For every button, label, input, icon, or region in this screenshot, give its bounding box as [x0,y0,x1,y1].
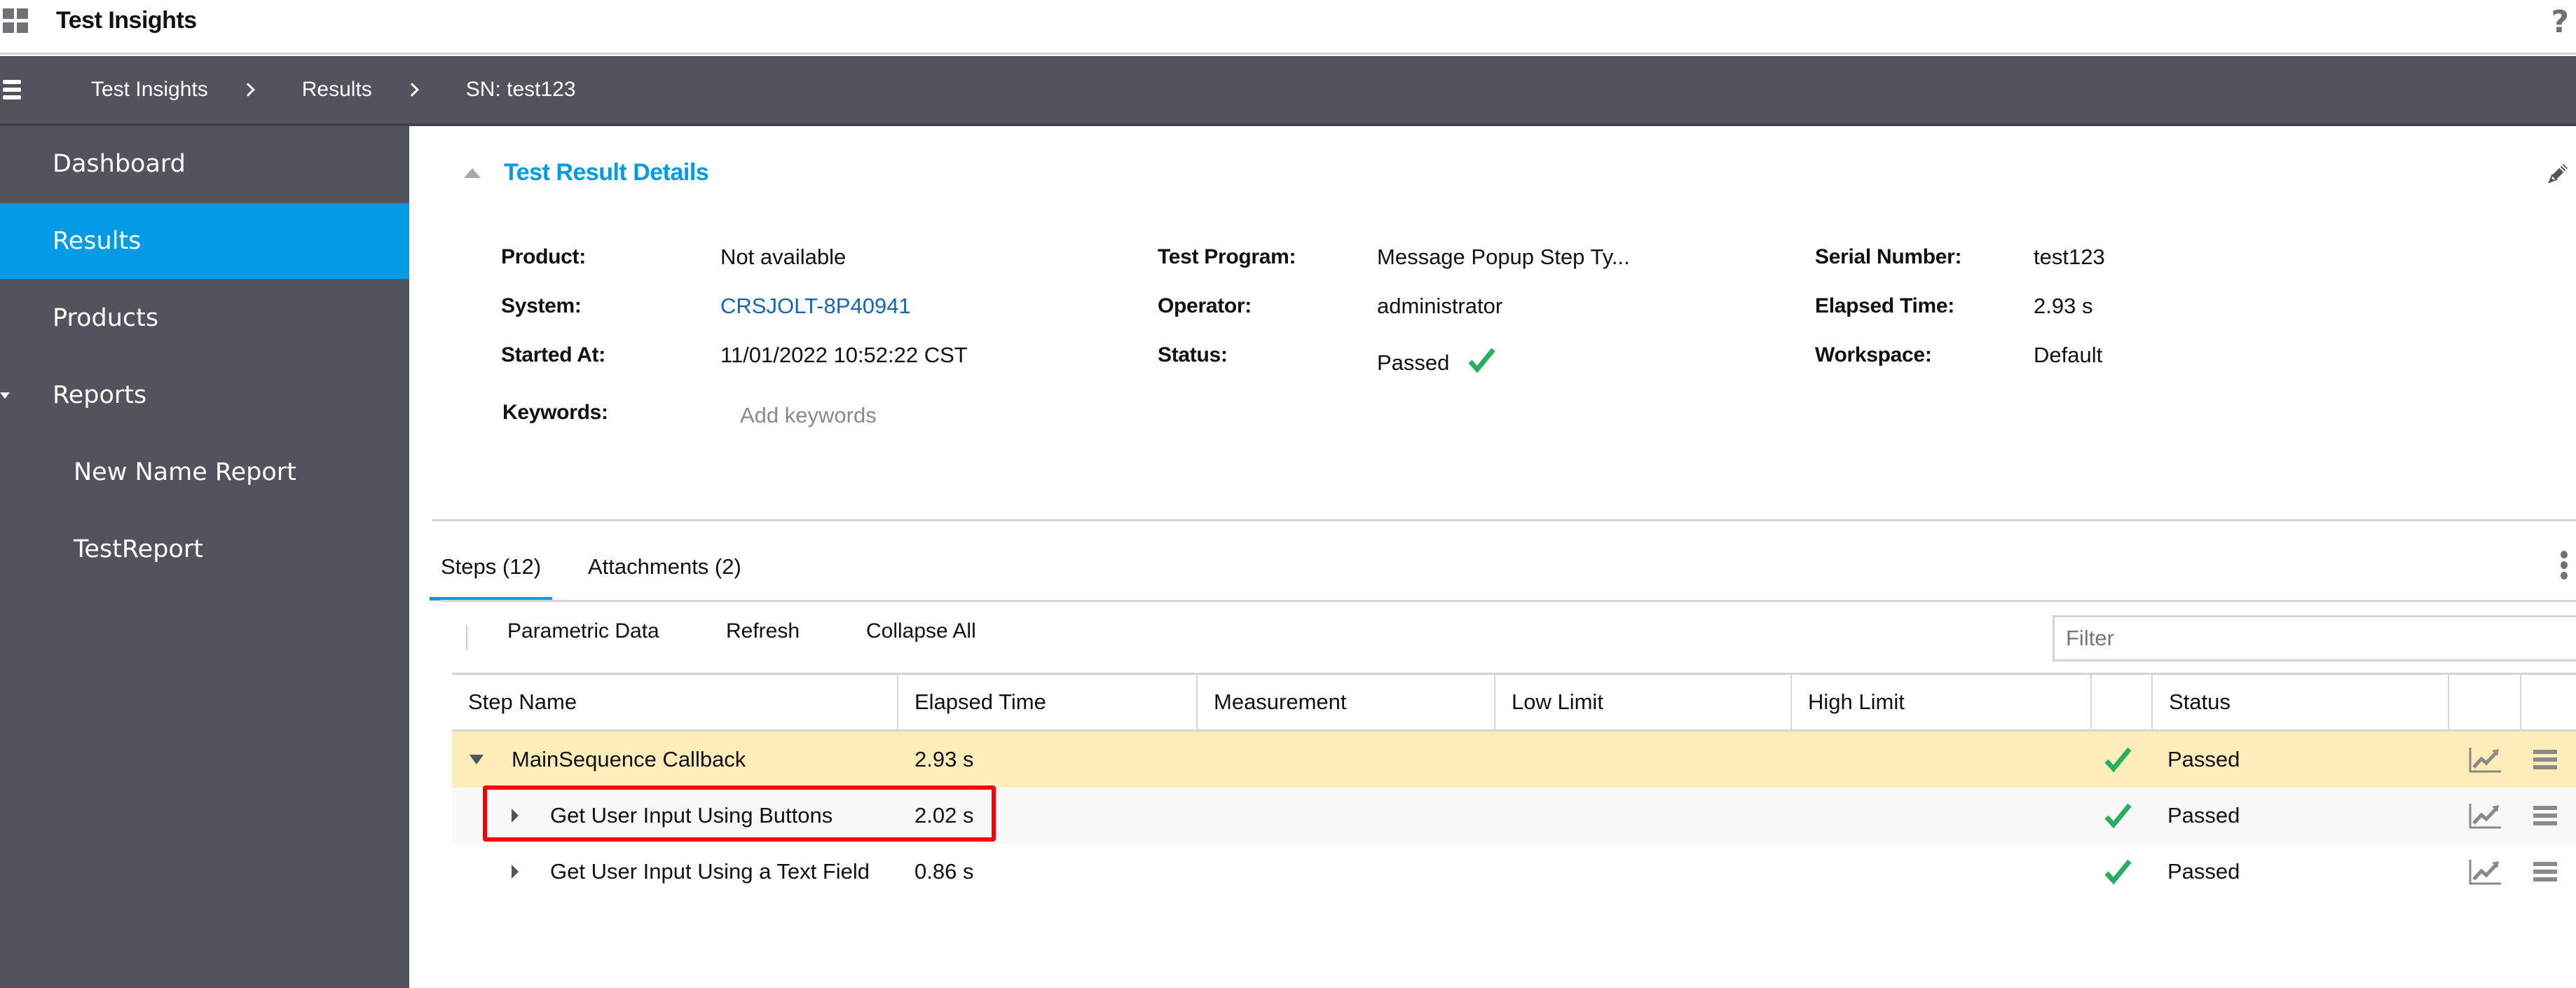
test-program-value: Message Popup Step Ty... [1377,245,1630,269]
toolbar-divider [466,625,467,650]
details-section-title[interactable]: Test Result Details [504,159,709,186]
check-icon [1468,348,1495,373]
elapsed-time-value: 2.93 s [2034,294,2093,318]
breadcrumb-bar: Test Insights Results SN: test123 [0,56,2576,126]
pencil-edit-icon[interactable] [2544,160,2572,188]
more-vertical-icon[interactable] [2561,551,2569,583]
workspace-label: Workspace: [1815,343,1932,366]
sidebar-item-label: Dashboard [53,150,186,178]
step-status: Passed [2167,859,2240,884]
caret-right-icon[interactable] [512,809,519,823]
collapse-all-button[interactable]: Collapse All [866,619,976,643]
column-header-chart[interactable] [2448,675,2520,729]
breadcrumb: Test Insights Results SN: test123 [91,56,576,123]
pass-check-icon [2104,844,2132,900]
chevron-right-icon [404,83,419,97]
column-header-measurement[interactable]: Measurement [1196,675,1494,729]
column-header-status[interactable]: Status [2151,675,2448,729]
tab-attachments[interactable]: Attachments (2) [588,533,741,601]
table-header: Step Name Elapsed Time Measurement Low L… [452,673,2576,732]
sidebar-item-testreport[interactable]: TestReport [0,512,409,587]
pass-check-icon [2104,732,2132,788]
column-header-elapsed-time[interactable]: Elapsed Time [897,675,1196,729]
breadcrumb-results[interactable]: Results [302,78,372,102]
table-row[interactable]: Get User Input Using Buttons 2.02 s Pass… [452,788,2576,844]
step-elapsed-time: 2.93 s [914,747,974,771]
elapsed-time-label: Elapsed Time: [1815,294,1954,317]
caret-down-icon[interactable] [0,392,10,399]
sidebar-item-results[interactable]: Results [0,203,409,279]
status-value-wrap: Passed [1377,348,1496,376]
trend-chart-icon[interactable] [2469,788,2502,844]
filter-input[interactable] [2053,615,2576,661]
sidebar-item-new-name-report[interactable]: New Name Report [0,434,409,510]
status-value: Passed [1377,350,1450,375]
breadcrumb-current-serial: SN: test123 [465,78,576,101]
column-header-step-name[interactable]: Step Name [452,675,897,729]
started-at-value: 11/01/2022 10:52:22 CST [720,343,968,367]
product-value: Not available [720,245,847,269]
step-name: Get User Input Using Buttons [550,803,833,828]
step-name: Get User Input Using a Text Field [550,859,870,884]
step-elapsed-time: 2.02 s [914,803,974,828]
chevron-right-icon [240,83,255,97]
row-menu-icon[interactable] [2532,844,2558,900]
section-divider [432,519,2576,521]
table-row[interactable]: MainSequence Callback 2.93 s Passed [452,732,2576,788]
apps-grid-icon[interactable] [3,8,29,34]
column-header-status-icon[interactable] [2090,675,2151,729]
started-at-label: Started At: [501,343,605,366]
step-status: Passed [2167,747,2240,771]
table-row[interactable]: Get User Input Using a Text Field 0.86 s… [452,844,2576,900]
sidebar-item-dashboard[interactable]: Dashboard [0,126,409,202]
serial-number-value: test123 [2034,245,2105,269]
refresh-button[interactable]: Refresh [726,619,800,643]
sidebar: Dashboard Results Products Reports New N… [0,126,409,988]
pass-check-icon [2104,788,2132,844]
operator-label: Operator: [1158,294,1252,317]
keywords-input[interactable] [740,398,1020,433]
system-link[interactable]: CRSJOLT-8P40941 [720,294,911,319]
step-status: Passed [2167,803,2240,828]
test-program-label: Test Program: [1158,245,1296,268]
tab-divider [441,600,2576,602]
tab-steps[interactable]: Steps (12) [429,533,553,601]
caret-down-icon[interactable] [470,755,484,764]
breadcrumb-test-insights[interactable]: Test Insights [91,78,208,102]
column-header-high-limit[interactable]: High Limit [1790,675,2090,729]
trend-chart-icon[interactable] [2469,844,2502,900]
product-label: Product: [501,245,586,268]
collapse-triangle-icon[interactable] [464,168,481,178]
step-elapsed-time: 0.86 s [914,859,974,884]
app-bar: Test Insights ? [0,0,2576,55]
column-header-menu[interactable] [2520,675,2576,729]
app-title: Test Insights [56,7,197,34]
keywords-label: Keywords: [502,401,608,424]
steps-table: Step Name Elapsed Time Measurement Low L… [452,673,2576,900]
parametric-data-button[interactable]: Parametric Data [507,619,659,643]
sidebar-item-label: Products [53,304,159,332]
main-content: Test Result Details Product: Not availab… [409,126,2576,988]
status-label: Status: [1158,343,1228,366]
sidebar-item-label: Reports [53,381,147,409]
sidebar-item-label: TestReport [74,535,203,563]
column-header-low-limit[interactable]: Low Limit [1494,675,1790,729]
trend-chart-icon[interactable] [2469,732,2502,788]
sidebar-item-reports[interactable]: Reports [0,357,409,433]
row-menu-icon[interactable] [2532,732,2558,788]
hamburger-menu-icon[interactable] [3,80,21,101]
workspace-value: Default [2034,343,2103,367]
step-name: MainSequence Callback [512,747,746,771]
row-menu-icon[interactable] [2532,788,2558,844]
sidebar-item-products[interactable]: Products [0,280,409,356]
sidebar-item-label: New Name Report [74,458,296,486]
system-label: System: [501,294,582,317]
help-icon[interactable]: ? [2551,4,2569,40]
operator-value: administrator [1377,294,1503,318]
sidebar-item-label: Results [53,227,142,255]
serial-number-label: Serial Number: [1815,245,1962,268]
caret-right-icon[interactable] [512,865,519,879]
